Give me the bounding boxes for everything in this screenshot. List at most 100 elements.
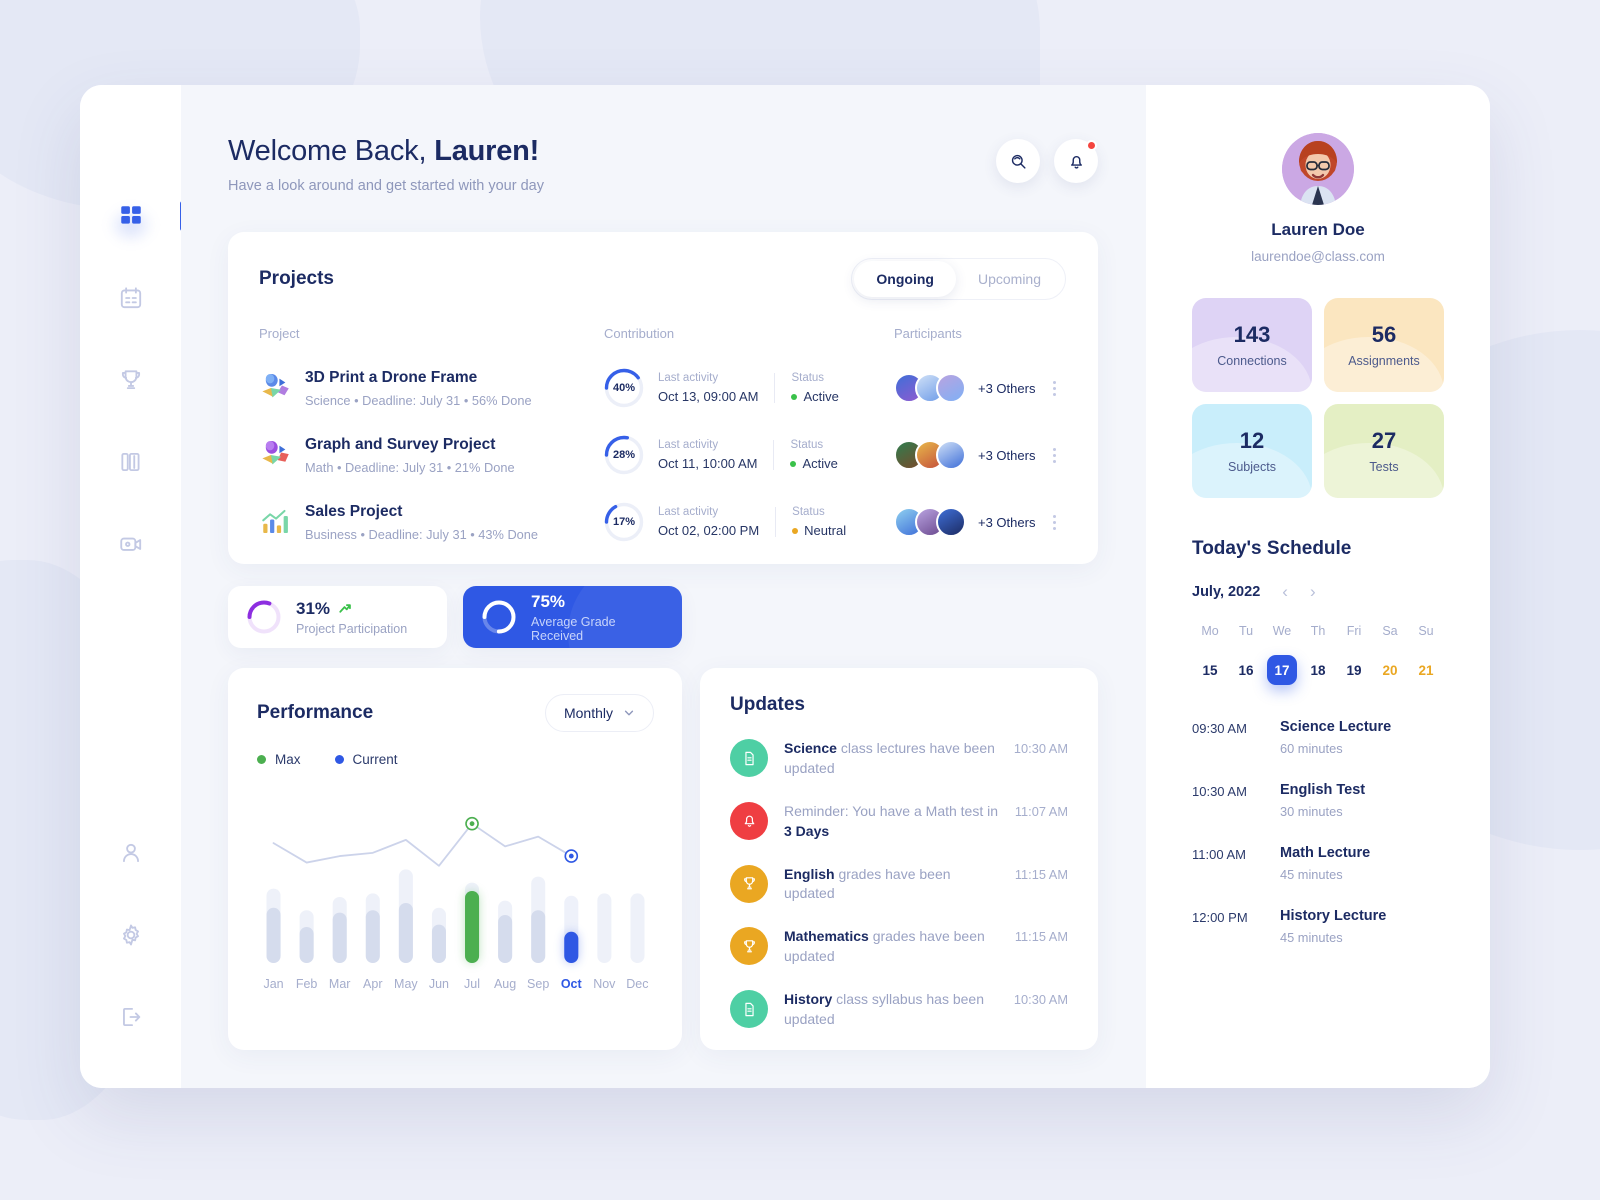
chart-month-label: Dec [626, 977, 649, 991]
sidebar-item-video[interactable] [104, 517, 158, 571]
avatar-stack[interactable] [894, 507, 966, 537]
participants-count: +3 Others [978, 447, 1036, 463]
calendar-day[interactable]: 16 [1231, 655, 1261, 685]
schedule-item[interactable]: 11:00 AM Math Lecture 45 minutes [1192, 845, 1444, 882]
row-menu-button[interactable] [1042, 447, 1066, 463]
stat-card-participation[interactable]: 31% Project Participation [228, 586, 447, 648]
participants-cell: +3 Others [894, 440, 1066, 470]
project-cell: Sales Project Business • Deadline: July … [259, 503, 604, 542]
list-item[interactable]: History class syllabus has been updated 1… [730, 990, 1068, 1030]
stat-tile-label: Connections [1217, 354, 1287, 368]
sidebar-item-logout[interactable] [104, 990, 158, 1044]
status-label: Status [790, 439, 824, 451]
avatar-stack[interactable] [894, 440, 966, 470]
update-time: 11:15 AM [1014, 929, 1068, 945]
row-menu-button[interactable] [1042, 380, 1066, 396]
calendar-day-cell: 21 [1408, 655, 1444, 685]
sidebar-item-profile[interactable] [104, 826, 158, 880]
calendar-day[interactable]: 21 [1411, 655, 1441, 685]
bell-icon [744, 815, 754, 828]
table-row[interactable]: Sales Project Business • Deadline: July … [259, 502, 1066, 542]
profile-name: Lauren Doe [1271, 220, 1365, 239]
avatar[interactable] [1282, 133, 1354, 205]
header-actions [996, 135, 1098, 183]
update-text: Mathematics grades have been updated [784, 927, 1015, 967]
calendar-day[interactable]: 20 [1375, 655, 1405, 685]
notifications-button[interactable] [1054, 139, 1098, 183]
update-time: 11:07 AM [1014, 803, 1068, 819]
sidebar-item-calendar[interactable] [104, 271, 158, 325]
schedule-month: July, 2022 [1192, 583, 1261, 600]
trophy-icon [121, 370, 140, 390]
legend-item-current: Current [334, 752, 398, 767]
legend-item-max: Max [257, 752, 301, 767]
stat-card-average-grade[interactable]: 75% Average Grade Received [463, 586, 682, 648]
projects-header: Projects Ongoing Upcoming [259, 258, 1066, 300]
stat-tile[interactable]: 56 Assignments [1324, 298, 1444, 392]
last-activity-label: Last activity [658, 372, 719, 384]
stat-tile[interactable]: 12 Subjects [1192, 404, 1312, 498]
calendar-day-selected[interactable]: 17 [1267, 655, 1297, 685]
calendar-day-cell: 17 [1264, 655, 1300, 685]
updates-list: Science class lectures have been updated… [730, 739, 1068, 1030]
schedule-item[interactable]: 10:30 AM English Test 30 minutes [1192, 782, 1444, 819]
sidebar-item-dashboard[interactable] [104, 189, 185, 245]
status-badge: Active [791, 389, 839, 404]
updates-card: Updates Science class lectures have been… [700, 668, 1098, 1050]
chart-month-label: Apr [363, 977, 383, 991]
stat-tile-value: 12 [1239, 428, 1265, 453]
sidebar-item-library[interactable] [104, 435, 158, 489]
tab-ongoing[interactable]: Ongoing [854, 261, 956, 297]
project-icon-wrap [259, 505, 305, 539]
list-item[interactable]: Science class lectures have been updated… [730, 739, 1068, 779]
list-item[interactable]: Reminder: You have a Math test in 3 Days… [730, 801, 1068, 842]
prev-month-button[interactable]: ‹ [1282, 583, 1288, 600]
schedule-detail: History Lecture 45 minutes [1280, 908, 1386, 945]
table-row[interactable]: 3D Print a Drone Frame Science • Deadlin… [259, 368, 1066, 408]
participants-cell: +3 Others [894, 373, 1066, 403]
next-month-button[interactable]: › [1310, 583, 1316, 600]
performance-title: Performance [257, 702, 374, 723]
update-text: English grades have been updated [784, 865, 1015, 905]
project-icon-wrap [259, 371, 305, 405]
bar-chart-icon [262, 509, 288, 534]
schedule-duration: 45 minutes [1280, 867, 1343, 882]
project-name: Sales Project [305, 502, 403, 520]
sidebar-item-settings[interactable] [104, 908, 158, 962]
update-text: History class syllabus has been updated [784, 990, 1014, 1030]
avatar-stack[interactable] [894, 373, 966, 403]
projects-card: Projects Ongoing Upcoming Project Contri… [228, 232, 1098, 564]
update-highlight: English [784, 865, 835, 882]
search-button[interactable] [996, 139, 1040, 183]
participants-count: +3 Others [978, 514, 1036, 530]
calendar-strip: Mo Tu We Th Fri Sa Su 15 16 17 18 19 20 21 [1192, 624, 1444, 685]
schedule-duration: 30 minutes [1280, 804, 1343, 819]
last-activity-value: Oct 13, 09:00 AM [658, 389, 759, 404]
calendar-day[interactable]: 19 [1339, 655, 1369, 685]
nav-secondary-group [104, 826, 158, 1044]
sidebar-item-achievements[interactable] [104, 353, 158, 407]
calendar-weekday: Th [1310, 624, 1326, 638]
document-icon [744, 751, 754, 765]
schedule-item[interactable]: 12:00 PM History Lecture 45 minutes [1192, 908, 1444, 945]
period-dropdown[interactable]: Monthly [544, 694, 654, 732]
list-item[interactable]: Mathematics grades have been updated 11:1… [730, 927, 1068, 967]
project-name: Graph and Survey Project [305, 435, 496, 453]
chart-month-label: Nov [593, 977, 616, 991]
table-row[interactable]: Graph and Survey Project Math • Deadline… [259, 435, 1066, 475]
list-item[interactable]: English grades have been updated 11:15 AM [730, 864, 1068, 905]
calendar-day[interactable]: 15 [1195, 655, 1225, 685]
status-text: Active [803, 389, 839, 404]
schedule-item[interactable]: 09:30 AM Science Lecture 60 minutes [1192, 719, 1444, 756]
stat-tile[interactable]: 27 Tests [1324, 404, 1444, 498]
right-panel: Lauren Doe laurendoe@class.com 143 Connec… [1146, 85, 1490, 1088]
schedule-name: Math Lecture [1280, 845, 1371, 861]
row-menu-button[interactable] [1042, 514, 1066, 530]
stat-tile[interactable]: 143 Connections [1192, 298, 1312, 392]
tab-upcoming[interactable]: Upcoming [956, 261, 1063, 297]
stat-tile-value: 27 [1371, 428, 1397, 453]
last-activity-label: Last activity [658, 439, 719, 451]
calendar-days: 15 16 17 18 19 20 21 [1192, 655, 1444, 685]
calendar-day[interactable]: 18 [1303, 655, 1333, 685]
schedule-name: English Test [1280, 782, 1366, 798]
